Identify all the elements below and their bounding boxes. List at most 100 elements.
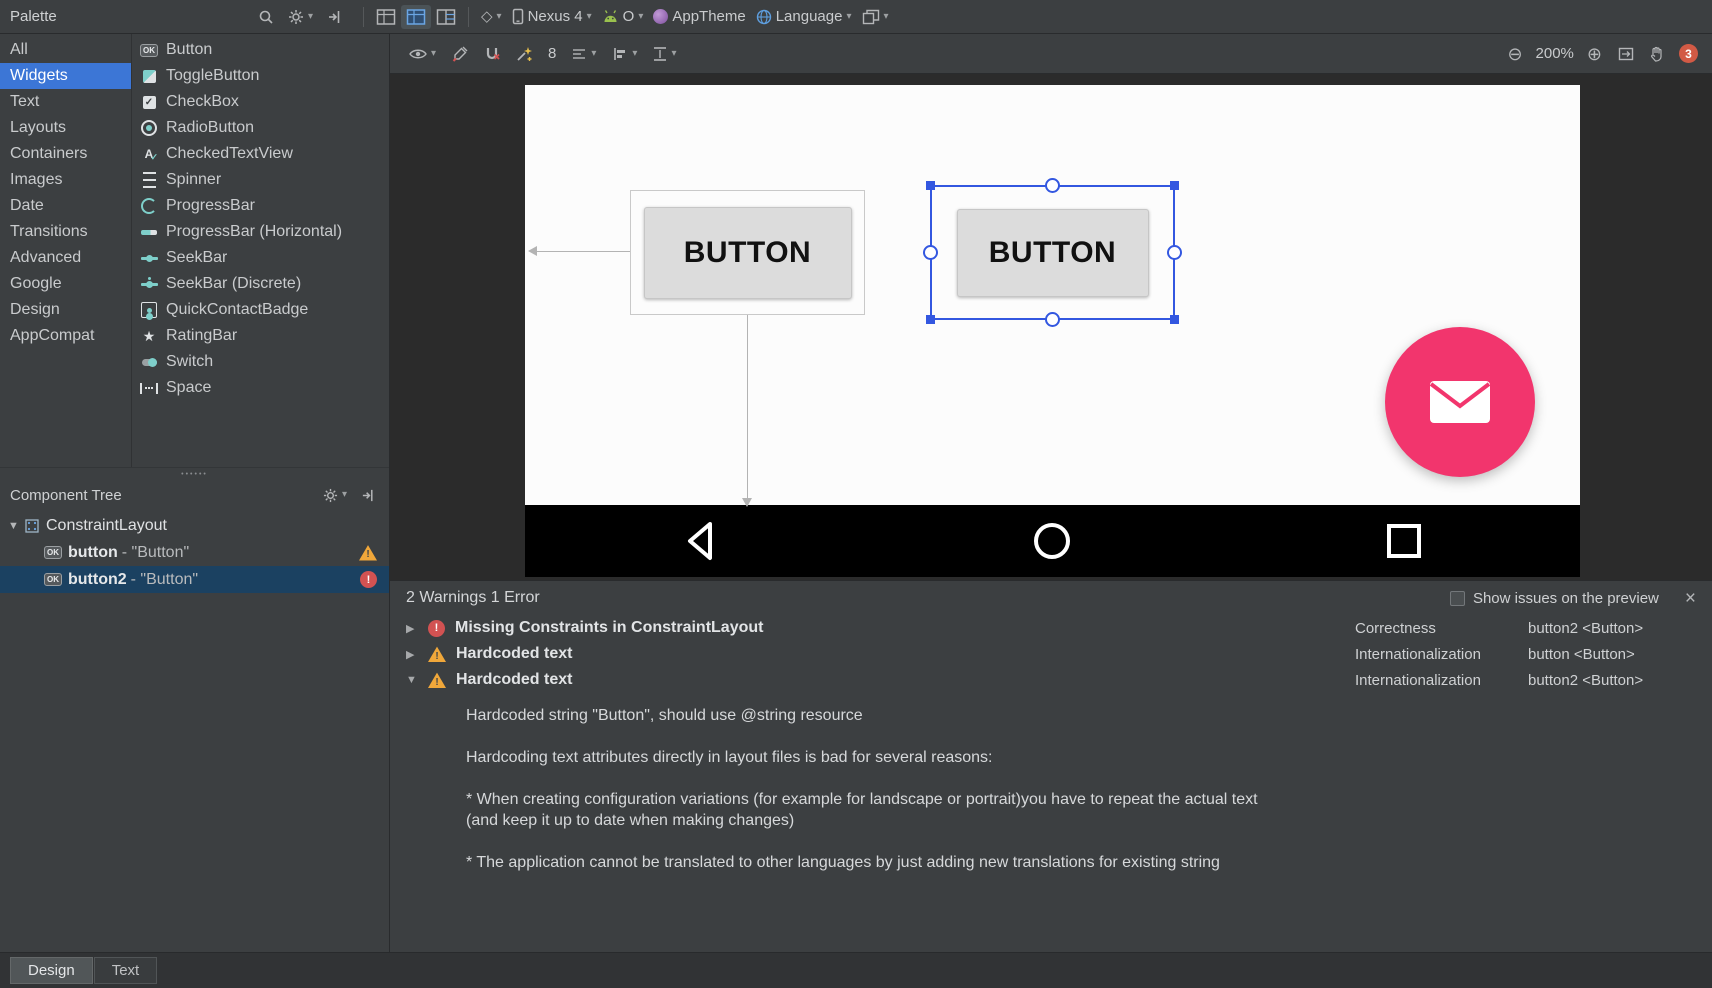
design-canvas[interactable]: BUTTON BUTTON bbox=[390, 74, 1712, 580]
resize-handle-se[interactable] bbox=[1170, 315, 1179, 324]
fab-email-button[interactable] bbox=[1385, 327, 1535, 477]
tree-item-name: button2 bbox=[68, 570, 127, 588]
resize-handle-sw[interactable] bbox=[926, 315, 935, 324]
canvas-button1[interactable]: BUTTON bbox=[643, 206, 852, 299]
palette-category[interactable]: Widgets bbox=[0, 63, 131, 89]
palette-widget-item[interactable]: RadioButton bbox=[132, 115, 389, 141]
palette-widget-item[interactable]: ProgressBar bbox=[132, 193, 389, 219]
surface-blueprint-mode-button[interactable] bbox=[401, 4, 431, 29]
device-preview: BUTTON BUTTON bbox=[525, 85, 1580, 577]
widget-icon bbox=[138, 249, 160, 267]
constraint-anchor-top[interactable] bbox=[1044, 178, 1060, 193]
palette-widget-item[interactable]: ToggleButton bbox=[132, 63, 389, 89]
widget-icon bbox=[138, 353, 160, 371]
severity-icon bbox=[428, 672, 446, 688]
panel-splitter[interactable]: •••••• bbox=[0, 468, 389, 480]
palette-search-button[interactable] bbox=[253, 6, 279, 28]
resize-handle-nw[interactable] bbox=[926, 181, 935, 190]
nav-recents-button[interactable] bbox=[1378, 515, 1430, 567]
zoom-to-fit-button[interactable] bbox=[1613, 44, 1639, 64]
issue-count-badge[interactable]: 3 bbox=[1679, 44, 1698, 63]
tree-item[interactable]: button - "Button" bbox=[0, 539, 389, 566]
palette-widget-item[interactable]: CheckedTextView bbox=[132, 141, 389, 167]
expand-collapse-icon[interactable]: ▼ bbox=[8, 520, 24, 532]
palette-widget-item[interactable]: Button bbox=[132, 37, 389, 63]
palette-category[interactable]: Google bbox=[0, 271, 131, 297]
palette-widget-item[interactable]: Switch bbox=[132, 349, 389, 375]
zoom-level: 200% bbox=[1535, 45, 1574, 62]
palette-category[interactable]: Text bbox=[0, 89, 131, 115]
palette-dock-button[interactable] bbox=[322, 6, 348, 28]
tree-item-suffix: - "Button" bbox=[121, 543, 190, 561]
palette-panel-title: Palette bbox=[10, 8, 57, 25]
issue-detail-paragraph: * The application cannot be translated t… bbox=[466, 854, 1220, 871]
issue-row[interactable]: Hardcoded text Internationalization butt… bbox=[390, 667, 1712, 693]
palette-category[interactable]: Design bbox=[0, 297, 131, 323]
palette-widget-item[interactable]: ProgressBar (Horizontal) bbox=[132, 219, 389, 245]
surface-split-mode-button[interactable] bbox=[431, 5, 461, 29]
api-version-selector[interactable]: O ▾ bbox=[597, 5, 649, 28]
surface-design-mode-button[interactable] bbox=[371, 5, 401, 29]
layout-variant-selector[interactable]: ▾ bbox=[857, 6, 894, 28]
canvas-button2[interactable]: BUTTON bbox=[956, 208, 1149, 297]
component-tree-title: Component Tree bbox=[10, 486, 122, 504]
palette-category[interactable]: Containers bbox=[0, 141, 131, 167]
magic-wand-icon bbox=[517, 46, 533, 61]
nav-home-button[interactable] bbox=[1026, 515, 1078, 567]
palette-category[interactable]: Date bbox=[0, 193, 131, 219]
view-options-button[interactable]: ▾ bbox=[404, 45, 441, 63]
tree-root-constraintlayout[interactable]: ▼ ConstraintLayout bbox=[0, 512, 389, 539]
pack-menu-button[interactable]: ▾ bbox=[648, 43, 681, 65]
show-issues-checkbox[interactable] bbox=[1449, 590, 1465, 606]
palette-widget-item[interactable]: CheckBox bbox=[132, 89, 389, 115]
align-menu-button[interactable]: ▾ bbox=[607, 44, 642, 64]
infer-constraints-button[interactable] bbox=[511, 43, 538, 65]
widget-icon bbox=[138, 197, 160, 215]
close-icon[interactable]: × bbox=[1685, 589, 1696, 608]
autoconnect-toggle[interactable] bbox=[479, 43, 505, 65]
button1-bounds[interactable]: BUTTON bbox=[630, 190, 865, 315]
resize-handle-ne[interactable] bbox=[1170, 181, 1179, 190]
constraint-anchor-bottom[interactable] bbox=[1044, 312, 1060, 327]
palette-widget-item[interactable]: Space bbox=[132, 375, 389, 401]
language-selector[interactable]: Language ▾ bbox=[751, 5, 857, 28]
palette-widget-item[interactable]: SeekBar (Discrete) bbox=[132, 271, 389, 297]
palette-widget-list: Button ToggleButton CheckBox bbox=[132, 34, 389, 467]
palette-widget-item[interactable]: RatingBar bbox=[132, 323, 389, 349]
expand-collapse-icon[interactable] bbox=[406, 622, 420, 635]
palette-category[interactable]: Transitions bbox=[0, 219, 131, 245]
palette-category[interactable]: Images bbox=[0, 167, 131, 193]
device-selector[interactable]: Nexus 4 ▾ bbox=[507, 5, 597, 28]
palette-category[interactable]: AppCompat bbox=[0, 323, 131, 349]
tree-settings-button[interactable]: ▾ bbox=[318, 485, 352, 506]
zoom-out-button[interactable]: ⊖ bbox=[1502, 42, 1527, 66]
palette-category[interactable]: Layouts bbox=[0, 115, 131, 141]
theme-selector[interactable]: AppTheme bbox=[648, 5, 750, 28]
expand-collapse-icon[interactable] bbox=[406, 674, 420, 686]
issue-row[interactable]: Hardcoded text Internationalization butt… bbox=[390, 641, 1712, 667]
palette-widget-item[interactable]: Spinner bbox=[132, 167, 389, 193]
clear-constraints-button[interactable] bbox=[447, 43, 473, 65]
nav-back-button[interactable] bbox=[675, 515, 727, 567]
guidelines-menu-button[interactable]: ▾ bbox=[566, 44, 601, 64]
palette-category[interactable]: All bbox=[0, 37, 131, 63]
palette-settings-button[interactable]: ▾ bbox=[283, 6, 318, 28]
constraint-anchor-right[interactable] bbox=[1167, 244, 1182, 260]
editor-mode-tab[interactable]: Design bbox=[10, 957, 93, 984]
palette-widget-item[interactable]: QuickContactBadge bbox=[132, 297, 389, 323]
tree-dock-button[interactable] bbox=[356, 485, 381, 506]
tree-item[interactable]: button2 - "Button" bbox=[0, 566, 389, 593]
constraint-anchor-left[interactable] bbox=[923, 244, 938, 260]
editor-mode-tab[interactable]: Text bbox=[93, 957, 158, 984]
button2-selection[interactable]: BUTTON bbox=[923, 178, 1182, 327]
pan-button[interactable] bbox=[1645, 43, 1669, 65]
zoom-in-icon: ⊕ bbox=[1586, 43, 1602, 64]
issue-row[interactable]: Missing Constraints in ConstraintLayout … bbox=[390, 615, 1712, 641]
zoom-in-button[interactable]: ⊕ bbox=[1582, 42, 1607, 66]
orientation-selector[interactable]: ◇ ▾ bbox=[476, 6, 507, 27]
expand-collapse-icon[interactable] bbox=[406, 648, 420, 661]
chevron-down-icon: ▾ bbox=[307, 10, 313, 22]
palette-category[interactable]: Advanced bbox=[0, 245, 131, 271]
default-margin-value[interactable]: 8 bbox=[544, 45, 560, 62]
palette-widget-item[interactable]: SeekBar bbox=[132, 245, 389, 271]
